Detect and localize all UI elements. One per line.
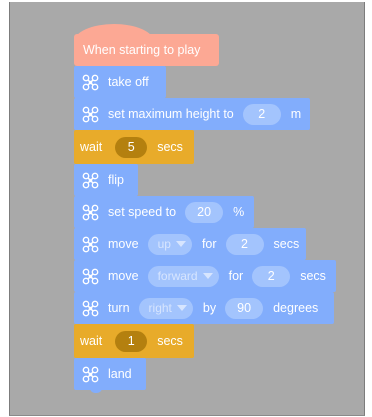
drone-icon (82, 74, 99, 91)
block-unit: degrees (273, 301, 319, 315)
block-label: set maximum height to (108, 107, 234, 121)
block-label: land (108, 367, 132, 381)
drone-icon (82, 366, 99, 383)
block-unit: % (233, 205, 245, 219)
move-forward-block[interactable]: move forward for 2 secs (74, 260, 336, 295)
block-unit: secs (273, 237, 300, 251)
block-unit: secs (157, 334, 183, 348)
drone-icon (82, 300, 99, 317)
direction-dropdown[interactable]: up (147, 233, 192, 255)
block-connector: for (201, 237, 217, 251)
block-label: set speed to (108, 205, 177, 219)
direction-value: up (157, 237, 171, 251)
flip-block[interactable]: flip (74, 164, 138, 199)
wait-block[interactable]: wait 5 secs (74, 130, 194, 167)
chevron-down-icon (202, 273, 213, 279)
chevron-down-icon (176, 305, 187, 311)
move-up-block[interactable]: move up for 2 secs (74, 228, 306, 263)
when-starting-to-play-block[interactable]: When starting to play (74, 34, 219, 66)
direction-dropdown[interactable]: right (138, 297, 193, 319)
angle-input[interactable]: 90 (225, 297, 264, 319)
direction-value: right (148, 301, 172, 315)
land-block[interactable]: land (74, 358, 146, 393)
take-off-block[interactable]: take off (74, 66, 166, 101)
drone-icon (82, 268, 99, 285)
wait-block[interactable]: wait 1 secs (74, 324, 194, 361)
block-connector: by (202, 301, 217, 315)
set-max-height-block[interactable]: set maximum height to 2 m (74, 98, 310, 133)
direction-value: forward (157, 269, 198, 283)
block-unit: secs (157, 140, 183, 154)
block-label: wait (80, 334, 103, 348)
chevron-down-icon (175, 241, 186, 247)
drone-icon (82, 204, 99, 221)
block-label: move (108, 237, 139, 251)
drone-icon (82, 172, 99, 189)
block-label: take off (108, 75, 149, 89)
wait-seconds-input[interactable]: 1 (115, 330, 148, 352)
speed-value-input[interactable]: 20 (185, 201, 224, 223)
direction-dropdown[interactable]: forward (147, 265, 219, 287)
block-label: turn (108, 301, 130, 315)
drone-icon (82, 236, 99, 253)
turn-right-block[interactable]: turn right by 90 degrees (74, 292, 334, 327)
drone-icon (82, 106, 99, 123)
start-block-label: When starting to play (83, 43, 201, 57)
block-label: flip (108, 173, 124, 187)
block-label: wait (80, 140, 103, 154)
duration-input[interactable]: 2 (252, 265, 291, 287)
block-unit: secs (300, 269, 326, 283)
set-speed-block[interactable]: set speed to 20 % (74, 196, 254, 231)
duration-input[interactable]: 2 (225, 233, 264, 255)
max-height-value-input[interactable]: 2 (242, 103, 281, 125)
code-canvas: When starting to play take off set maxim… (9, 2, 365, 416)
block-label: move (108, 269, 139, 283)
block-connector: for (228, 269, 244, 283)
wait-seconds-input[interactable]: 5 (115, 136, 148, 158)
block-unit: m (290, 107, 302, 121)
